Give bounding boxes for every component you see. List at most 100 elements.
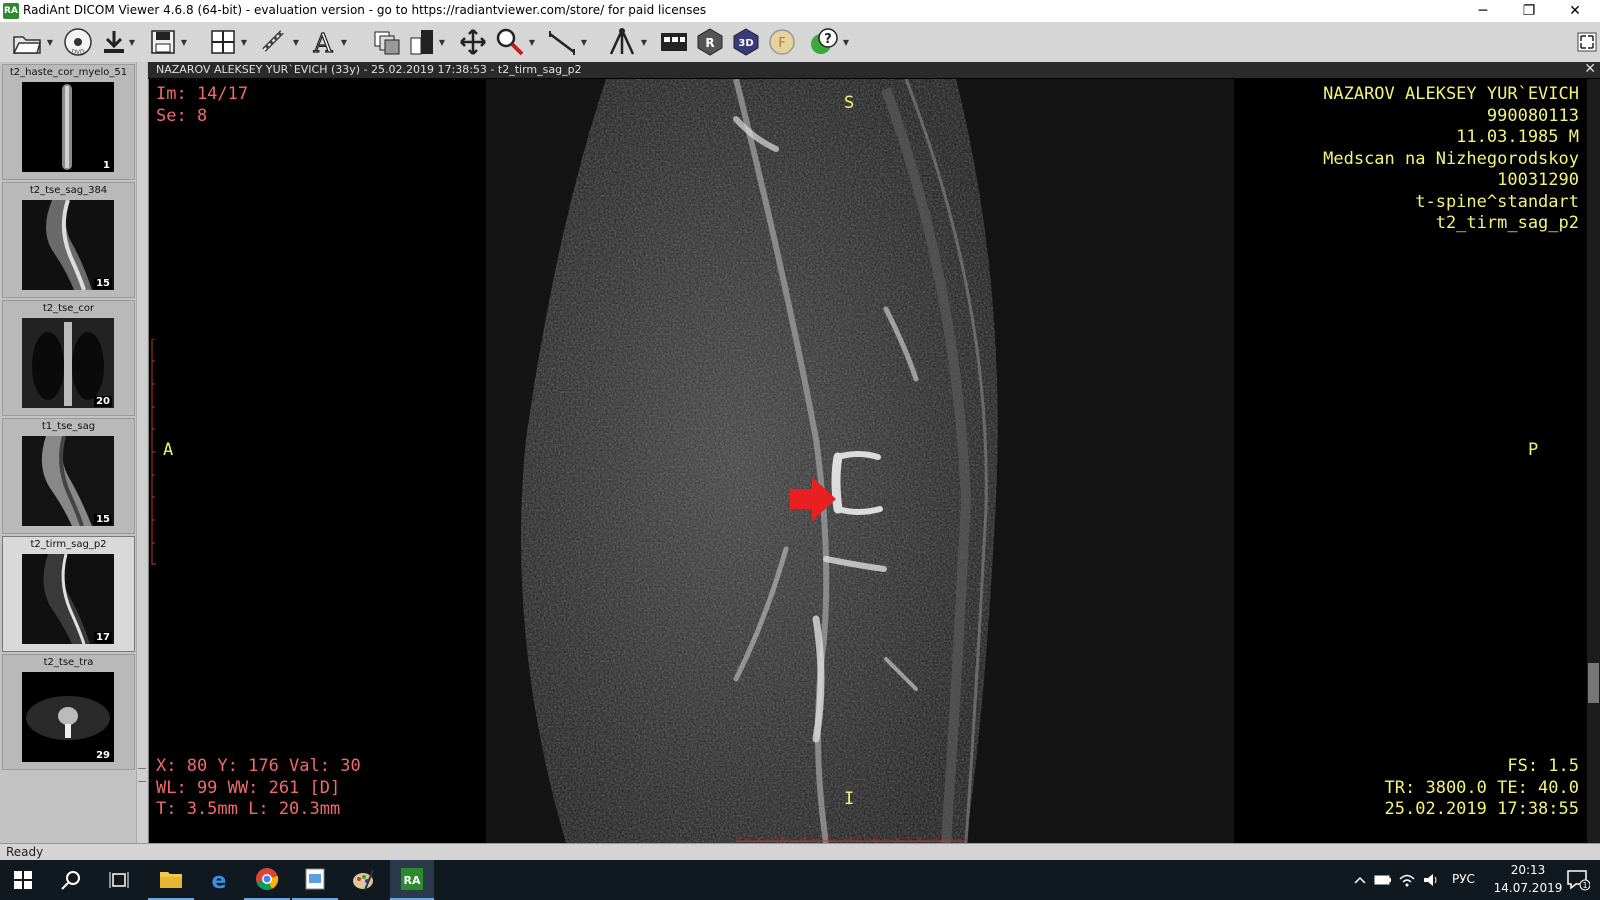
series-item[interactable]: t2_tse_cor 20 (2, 300, 135, 416)
accession-number: 10031290 (1497, 170, 1579, 190)
mpr-axes-icon[interactable] (606, 27, 638, 57)
chevron-up-icon[interactable] (1350, 860, 1370, 900)
window-level-icon[interactable] (406, 27, 436, 57)
patient-id: 990080113 (1486, 105, 1579, 126)
mpr-icon[interactable]: R (694, 27, 726, 57)
toolbar: ▼ DVD ▼ ▼ ▼ ▼ A ▼ ▼ ▼ ▼ ▼ R 3D F ? ▼ (0, 22, 1600, 63)
annotation-text-icon[interactable]: A (308, 27, 338, 57)
link-icon[interactable] (256, 27, 290, 57)
file-explorer-icon[interactable] (148, 860, 194, 900)
save-icon[interactable] (148, 27, 178, 57)
series-item[interactable]: t1_tse_sag 15 (2, 418, 135, 534)
chevron-down-icon[interactable]: ▼ (640, 22, 648, 62)
overlay-top-right: NAZAROV ALEKSEY YUR`EVICH 990080113 11.0… (1323, 84, 1579, 235)
fusion-icon[interactable]: F (766, 27, 798, 57)
chevron-down-icon[interactable]: ▼ (528, 22, 536, 62)
cine-icon[interactable] (658, 27, 690, 57)
image-viewer-icon[interactable] (292, 860, 338, 900)
series-title: t2_tse_sag_384 (29, 185, 108, 196)
taskbar: e RA РУС 20:13 14.07.2019 1 (0, 860, 1600, 900)
image-count: 17 (94, 632, 112, 643)
clock-time[interactable]: 20:13 (1500, 863, 1556, 877)
chevron-down-icon[interactable]: ▼ (580, 22, 588, 62)
slice-thickness-readout: T: 3.5mm L: 20.3mm (156, 799, 341, 819)
chevron-down-icon[interactable]: ▼ (180, 22, 188, 62)
vertical-scale (151, 339, 156, 565)
chevron-down-icon[interactable]: ▼ (240, 22, 248, 62)
restore-button[interactable]: ❐ (1506, 0, 1552, 22)
ruler-icon[interactable] (546, 27, 578, 57)
series-title: t2_tse_tra (43, 657, 94, 668)
viewer-scrollbar[interactable] (1587, 79, 1600, 843)
paint-icon[interactable] (340, 860, 386, 900)
scrollbar-thumb[interactable] (1588, 663, 1599, 703)
image-viewport[interactable]: Im: 14/17 Se: 8 NAZAROV ALEKSEY YUR`EVIC… (150, 79, 1587, 843)
chevron-down-icon[interactable]: ▼ (340, 22, 348, 62)
chevron-down-icon[interactable]: ▼ (128, 22, 136, 62)
chevron-down-icon[interactable]: ▼ (292, 22, 300, 62)
radiant-icon[interactable]: RA (390, 860, 434, 900)
image-count: 1 (101, 160, 112, 171)
dvd-icon[interactable]: DVD (62, 27, 94, 57)
3d-icon[interactable]: 3D (730, 27, 762, 57)
series-title: t2_tse_cor (42, 303, 95, 314)
mpr-label: R (705, 36, 714, 50)
search-icon[interactable] (48, 860, 94, 900)
svg-text:A: A (313, 29, 334, 56)
task-view-icon[interactable] (96, 860, 142, 900)
chevron-down-icon[interactable]: ▼ (438, 22, 446, 62)
pan-icon[interactable] (458, 27, 488, 57)
series-item[interactable]: t2_tse_tra 29 (2, 654, 135, 770)
series-panel: t2_haste_cor_myelo_51 1 t2_tse_sag_384 1… (0, 62, 149, 844)
image-count: 15 (94, 278, 112, 289)
status-text: Ready (6, 845, 44, 859)
series-panel-scrollbar[interactable] (136, 62, 147, 844)
series-thumbnail: 1 (22, 82, 114, 172)
mri-image (486, 79, 1234, 843)
series-thumbnail: 29 (22, 672, 114, 762)
series-item[interactable]: t2_tse_sag_384 15 (2, 182, 135, 298)
edge-icon[interactable]: e (196, 860, 242, 900)
series-item[interactable]: t2_haste_cor_myelo_51 1 (2, 64, 135, 180)
minimize-button[interactable]: ─ (1460, 0, 1506, 22)
volume-icon[interactable] (1420, 860, 1442, 900)
fusion-label: F (778, 36, 785, 51)
notification-count: 1 (1582, 881, 1587, 890)
series-item-active[interactable]: t2_tirm_sag_p2 17 (2, 536, 135, 652)
image-index: Im: 14/17 (156, 84, 249, 104)
series-thumbnail: 20 (22, 318, 114, 408)
download-icon[interactable] (100, 27, 128, 57)
series-thumbnail: 17 (22, 554, 114, 644)
series-stack-icon[interactable] (372, 27, 402, 57)
patient-name: NAZAROV ALEKSEY YUR`EVICH (1323, 84, 1579, 104)
open-folder-icon[interactable] (10, 27, 44, 57)
svg-text:DVD: DVD (71, 49, 85, 56)
windows-start-icon[interactable] (0, 860, 46, 900)
series-title: t1_tse_sag (41, 421, 96, 432)
patient-birth: 11.03.1985 M (1456, 127, 1579, 147)
series-number: Se: 8 (156, 105, 208, 126)
wifi-icon[interactable] (1396, 860, 1418, 900)
orientation-right: P (1528, 440, 1539, 460)
image-count: 15 (94, 514, 112, 525)
svg-text:?: ? (824, 32, 832, 47)
close-window-button[interactable]: ✕ (1552, 0, 1598, 22)
fullscreen-icon[interactable] (1576, 27, 1598, 57)
battery-icon[interactable] (1372, 860, 1394, 900)
overlay-bottom-left: X: 80 Y: 176 Val: 30 WL: 99 WW: 261 [D] … (156, 756, 361, 821)
horizontal-scale (736, 837, 966, 842)
layout-grid-icon[interactable] (208, 27, 238, 57)
chevron-down-icon[interactable]: ▼ (842, 22, 850, 62)
language-indicator[interactable]: РУС (1452, 872, 1475, 886)
title-bar: RA RadiAnt DICOM Viewer 4.6.8 (64-bit) -… (0, 0, 1600, 23)
window-title: RadiAnt DICOM Viewer 4.6.8 (64-bit) - ev… (23, 3, 707, 17)
series-thumbnail: 15 (22, 200, 114, 290)
clock-date[interactable]: 14.07.2019 (1488, 881, 1568, 895)
chrome-icon[interactable] (244, 860, 290, 900)
zoom-icon[interactable] (494, 27, 526, 57)
notifications-icon[interactable]: 1 (1560, 860, 1596, 900)
orientation-left: A (163, 440, 174, 460)
close-icon[interactable]: ✕ (1584, 61, 1596, 77)
help-icon[interactable]: ? (808, 27, 840, 57)
chevron-down-icon[interactable]: ▼ (46, 22, 54, 62)
